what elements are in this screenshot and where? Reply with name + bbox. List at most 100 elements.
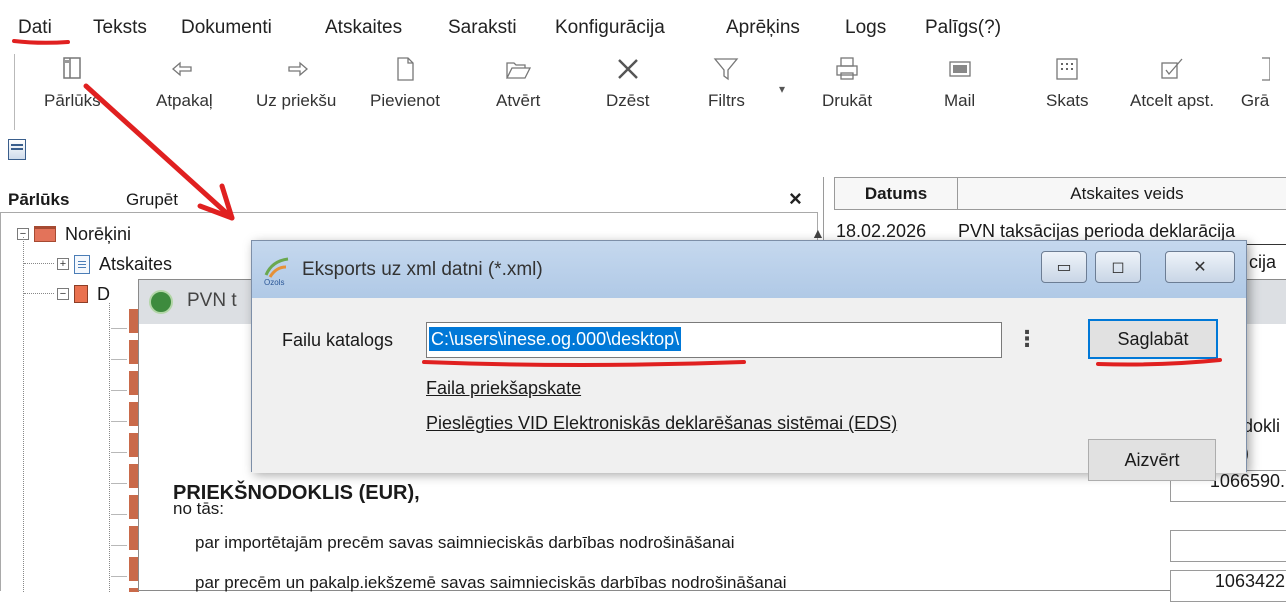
menu-bar: Dati Teksts Dokumenti Atskaites Saraksti… <box>0 0 1286 44</box>
pvn-value-domestic-text: 1063422 <box>1214 571 1285 591</box>
minimize-icon: ▭ <box>1056 259 1072 276</box>
app-logo-icon: Ozols <box>264 257 289 287</box>
more-label: Grā <box>1240 91 1270 110</box>
scroll-up-icon[interactable]: ▲ <box>811 225 825 241</box>
menu-aprekins[interactable]: Aprēķins <box>726 17 800 39</box>
folder-open-icon <box>506 62 532 79</box>
filter-funnel-icon <box>714 58 739 81</box>
menu-logs[interactable]: Logs <box>845 17 886 39</box>
tree-item-docs[interactable]: − D <box>57 283 110 305</box>
save-button[interactable]: Saglabāt <box>1088 319 1218 359</box>
delete-label: Dzēst <box>606 91 650 110</box>
close-panel-icon[interactable]: × <box>789 186 802 212</box>
pvn-line-import: par importētajām precēm savas saimniecis… <box>195 533 735 552</box>
browser-icon <box>63 57 82 79</box>
maximize-icon: ◻ <box>1111 259 1125 276</box>
pvn-right-partial: dokli <box>1243 416 1281 436</box>
menu-dati[interactable]: Dati <box>18 17 52 39</box>
filter-button[interactable]: Filtrs <box>708 52 745 120</box>
delete-x-icon <box>617 59 638 79</box>
tree-item-atskaites[interactable]: + Atskaites <box>57 253 172 275</box>
open-button[interactable]: Atvērt <box>496 52 540 120</box>
dialog-titlebar[interactable]: Ozols Eksports uz xml datni (*.xml) ▭ ◻ … <box>252 241 1246 298</box>
view-button[interactable]: Skats <box>1046 52 1089 120</box>
maximize-button[interactable]: ◻ <box>1095 251 1141 283</box>
toolbar-separator <box>14 54 16 130</box>
menu-paligs[interactable]: Palīgs(?) <box>925 17 1001 39</box>
minimize-button[interactable]: ▭ <box>1041 251 1087 283</box>
arrow-left-icon <box>172 61 192 77</box>
vid-eds-connect-link[interactable]: Pieslēgties VID Elektroniskās deklarēšan… <box>426 413 897 434</box>
tab-browser[interactable]: Pārlūks <box>8 190 69 210</box>
cancel-approve-button[interactable]: Atcelt apst. <box>1130 52 1214 120</box>
filter-label: Filtrs <box>708 91 745 110</box>
column-header-date[interactable]: Datums <box>834 177 958 210</box>
pvn-line-domestic: par precēm un pakalp.iekšzemē savas saim… <box>195 573 787 592</box>
tree-line <box>24 263 54 264</box>
folder-icon <box>34 226 56 242</box>
table-cell-date[interactable]: 18.02.2026 <box>836 221 926 242</box>
panel-header: Pārlūks Grupēt × <box>0 186 816 212</box>
pvn-value-total-text: 1066590. <box>1209 471 1285 491</box>
tree-item-label: Atskaites <box>99 253 173 274</box>
tree-line <box>109 303 110 592</box>
forward-button[interactable]: Uz priekšu <box>256 52 336 120</box>
expand-icon[interactable]: + <box>57 258 69 270</box>
column-header-type[interactable]: Atskaites veids <box>957 177 1286 210</box>
mail-button[interactable]: Mail <box>944 52 975 120</box>
tree-item-norekini[interactable]: − Norēķini <box>17 223 131 245</box>
app-logo-icon <box>149 290 173 314</box>
catalog-path-value: C:\users\inese.og.000\desktop\ <box>429 327 682 351</box>
svg-text:Ozols: Ozols <box>264 278 284 287</box>
tree-line <box>24 293 54 294</box>
arrow-right-icon <box>288 61 309 77</box>
catalog-path-input[interactable]: C:\users\inese.og.000\desktop\ <box>426 322 1002 358</box>
back-label: Atpakaļ <box>156 91 213 110</box>
print-label: Drukāt <box>822 91 873 110</box>
tab-group[interactable]: Grupēt <box>126 190 178 210</box>
pvn-value-domestic[interactable]: 1063422 <box>1170 570 1286 602</box>
browser-label: Pārlūks <box>44 91 101 110</box>
menu-dokumenti[interactable]: Dokumenti <box>181 17 272 39</box>
menu-teksts[interactable]: Teksts <box>93 17 147 39</box>
more-button[interactable]: Grā <box>1240 52 1270 120</box>
report-list-icon <box>74 254 90 274</box>
add-button[interactable]: Pievienot <box>370 52 440 120</box>
book-icon <box>74 285 88 303</box>
browser-button[interactable]: Pārlūks <box>44 52 101 120</box>
tree-line <box>111 317 127 592</box>
tree-line <box>23 237 24 592</box>
pvn-window-title: PVN t <box>187 290 237 311</box>
mail-label: Mail <box>944 91 976 110</box>
file-preview-link[interactable]: Faila priekšapskate <box>426 378 581 399</box>
checkbox-pencil-icon <box>1161 58 1183 79</box>
print-button[interactable]: Drukāt <box>822 52 872 120</box>
grid-view-icon <box>1056 58 1078 80</box>
document-icon <box>1262 57 1270 81</box>
catalog-label: Failu katalogs <box>282 330 394 350</box>
pvn-value-import[interactable] <box>1170 530 1286 562</box>
printer-icon <box>836 57 858 80</box>
close-window-button[interactable]: ✕ <box>1165 251 1235 283</box>
mail-icon <box>948 61 971 77</box>
view-label: Skats <box>1046 91 1089 110</box>
browse-folder-button[interactable]: ⋮ <box>1016 326 1038 352</box>
add-label: Pievienot <box>370 91 440 110</box>
menu-saraksti[interactable]: Saraksti <box>448 17 517 39</box>
menu-konfiguracija[interactable]: Konfigurācija <box>555 17 665 39</box>
menu-atskaites[interactable]: Atskaites <box>325 17 402 39</box>
export-xml-dialog: Ozols Eksports uz xml datni (*.xml) ▭ ◻ … <box>251 240 1247 481</box>
pvn-subheading: no tās: <box>173 499 225 518</box>
delete-button[interactable]: Dzēst <box>606 52 649 120</box>
close-button[interactable]: Aizvērt <box>1088 439 1216 481</box>
collapse-icon[interactable]: − <box>57 288 69 300</box>
save-label: Saglabāt <box>1117 328 1189 349</box>
back-button[interactable]: Atpakaļ <box>156 52 213 120</box>
filter-dropdown-icon[interactable]: ▾ <box>779 82 785 96</box>
close-label: Aizvērt <box>1124 449 1180 470</box>
table-cell-type[interactable]: cija <box>1249 252 1276 273</box>
window-icon[interactable] <box>8 139 26 160</box>
table-cell-type[interactable]: PVN taksācijas perioda deklarācija <box>958 221 1235 242</box>
close-icon: ✕ <box>1193 259 1207 276</box>
dialog-body: Failu katalogs C:\users\inese.og.000\des… <box>252 298 1246 481</box>
